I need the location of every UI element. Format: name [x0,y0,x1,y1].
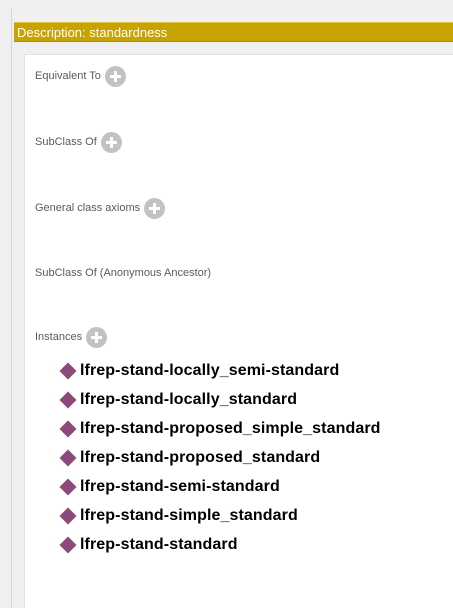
instance-label: lfrep-stand-proposed_simple_standard [80,419,381,437]
instance-item[interactable]: lfrep-stand-simple_standard [59,501,381,530]
individual-diamond-icon [59,391,77,408]
individual-diamond-icon [59,507,77,524]
add-general-class-axiom-icon[interactable] [144,197,166,219]
instance-item[interactable]: lfrep-stand-proposed_standard [59,443,381,472]
instance-label: lfrep-stand-standard [80,535,238,553]
section-subclass-of-anonymous-ancestor: SubClass Of (Anonymous Ancestor) [35,261,211,285]
individual-diamond-icon [59,478,77,495]
section-label-equivalent-to: Equivalent To [35,70,101,82]
section-general-class-axioms: General class axioms [35,196,166,220]
individual-diamond-icon [59,362,77,379]
section-subclass-of: SubClass Of [35,130,122,154]
add-instance-icon[interactable] [86,326,108,348]
individual-diamond-icon [59,536,77,553]
instances-list: lfrep-stand-locally_semi-standard lfrep-… [59,356,381,559]
section-equivalent-to: Equivalent To [35,64,126,88]
view-title: Description: standardness [17,25,168,40]
instance-item[interactable]: lfrep-stand-locally_standard [59,385,381,414]
instance-label: lfrep-stand-proposed_standard [80,448,321,466]
instance-label: lfrep-stand-simple_standard [80,506,298,524]
instance-item[interactable]: lfrep-stand-semi-standard [59,472,381,501]
add-subclass-of-icon[interactable] [100,131,122,153]
individual-diamond-icon [59,449,77,466]
add-equivalent-to-icon[interactable] [104,65,126,87]
instance-item[interactable]: lfrep-stand-standard [59,530,381,559]
individual-diamond-icon [59,420,77,437]
view-title-bar: Description: standardness [14,22,453,42]
instance-label: lfrep-stand-locally_semi-standard [80,361,340,379]
section-label-general-class-axioms: General class axioms [35,202,141,214]
instance-label: lfrep-stand-semi-standard [80,477,280,495]
instance-item[interactable]: lfrep-stand-proposed_simple_standard [59,414,381,443]
section-label-instances: Instances [35,331,83,343]
description-content: Equivalent To SubClass Of General class … [24,54,453,608]
section-instances: Instances [35,325,108,349]
instance-label: lfrep-stand-locally_standard [80,390,298,408]
instance-item[interactable]: lfrep-stand-locally_semi-standard [59,356,381,385]
section-label-subclass-of-anonymous-ancestor: SubClass Of (Anonymous Ancestor) [35,267,212,279]
section-label-subclass-of: SubClass Of [35,136,97,148]
